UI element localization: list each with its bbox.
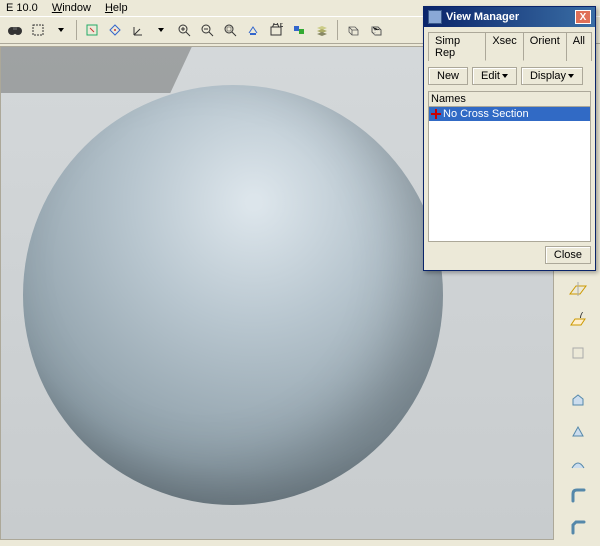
csys-icon[interactable] — [566, 340, 590, 366]
layers-icon[interactable] — [311, 19, 333, 41]
dropdown-arrow-icon[interactable] — [50, 19, 72, 41]
dialog-icon — [428, 10, 442, 24]
feature-round-icon[interactable] — [566, 482, 590, 508]
datum-plane-icon[interactable]: 7 — [566, 308, 590, 334]
feature-extrude-icon[interactable] — [566, 386, 590, 412]
chevron-down-icon — [502, 74, 508, 78]
feature-revolve-icon[interactable] — [566, 418, 590, 444]
tab-strip: Simp Rep Xsec Orient All — [428, 31, 591, 61]
svg-text:AB: AB — [272, 23, 283, 30]
new-button[interactable]: New — [428, 67, 468, 85]
tab-orient[interactable]: Orient — [523, 32, 567, 61]
dialog-titlebar[interactable]: View Manager X — [424, 7, 595, 27]
svg-text:7: 7 — [578, 312, 584, 321]
zoom-fit-icon[interactable] — [219, 19, 241, 41]
close-icon[interactable]: X — [575, 10, 591, 24]
repaint-icon[interactable] — [81, 19, 103, 41]
display-button[interactable]: Display — [521, 67, 583, 85]
list-header: Names — [428, 91, 591, 106]
reorient-icon[interactable] — [242, 19, 264, 41]
menu-window[interactable]: Window — [52, 2, 91, 14]
sphere-model — [23, 85, 443, 505]
right-toolbar: 7 — [558, 276, 598, 540]
dropdown-arrow-icon[interactable] — [150, 19, 172, 41]
tab-simprep[interactable]: Simp Rep — [428, 32, 486, 61]
refit-icon[interactable]: AB — [265, 19, 287, 41]
view-manager-dialog: View Manager X Simp Rep Xsec Orient All … — [423, 6, 596, 271]
feature-chamfer-icon[interactable] — [566, 514, 590, 540]
chevron-down-icon — [568, 74, 574, 78]
orient-icon[interactable] — [127, 19, 149, 41]
list-item-label: No Cross Section — [443, 108, 529, 120]
datum-planes-icon[interactable] — [566, 276, 590, 302]
spin-center-icon[interactable] — [104, 19, 126, 41]
zoom-in-icon[interactable] — [173, 19, 195, 41]
no-xsection-icon — [431, 109, 441, 119]
names-listbox[interactable]: No Cross Section — [428, 106, 591, 242]
menu-help[interactable]: Help — [105, 2, 128, 14]
edit-button[interactable]: Edit — [472, 67, 517, 85]
dialog-title: View Manager — [446, 11, 575, 23]
close-button[interactable]: Close — [545, 246, 591, 264]
view-manager-icon[interactable] — [288, 19, 310, 41]
feature-sweep-icon[interactable] — [566, 450, 590, 476]
select-box-icon[interactable] — [27, 19, 49, 41]
binoculars-icon[interactable] — [4, 19, 26, 41]
tab-xsec[interactable]: Xsec — [485, 32, 523, 61]
list-item[interactable]: No Cross Section — [429, 107, 590, 121]
display-hidden-icon[interactable] — [365, 19, 387, 41]
display-wireframe-icon[interactable] — [342, 19, 364, 41]
tab-all[interactable]: All — [566, 32, 592, 61]
app-version-label: E 10.0 — [6, 2, 38, 14]
viewport-shadow — [0, 47, 192, 93]
zoom-out-icon[interactable] — [196, 19, 218, 41]
